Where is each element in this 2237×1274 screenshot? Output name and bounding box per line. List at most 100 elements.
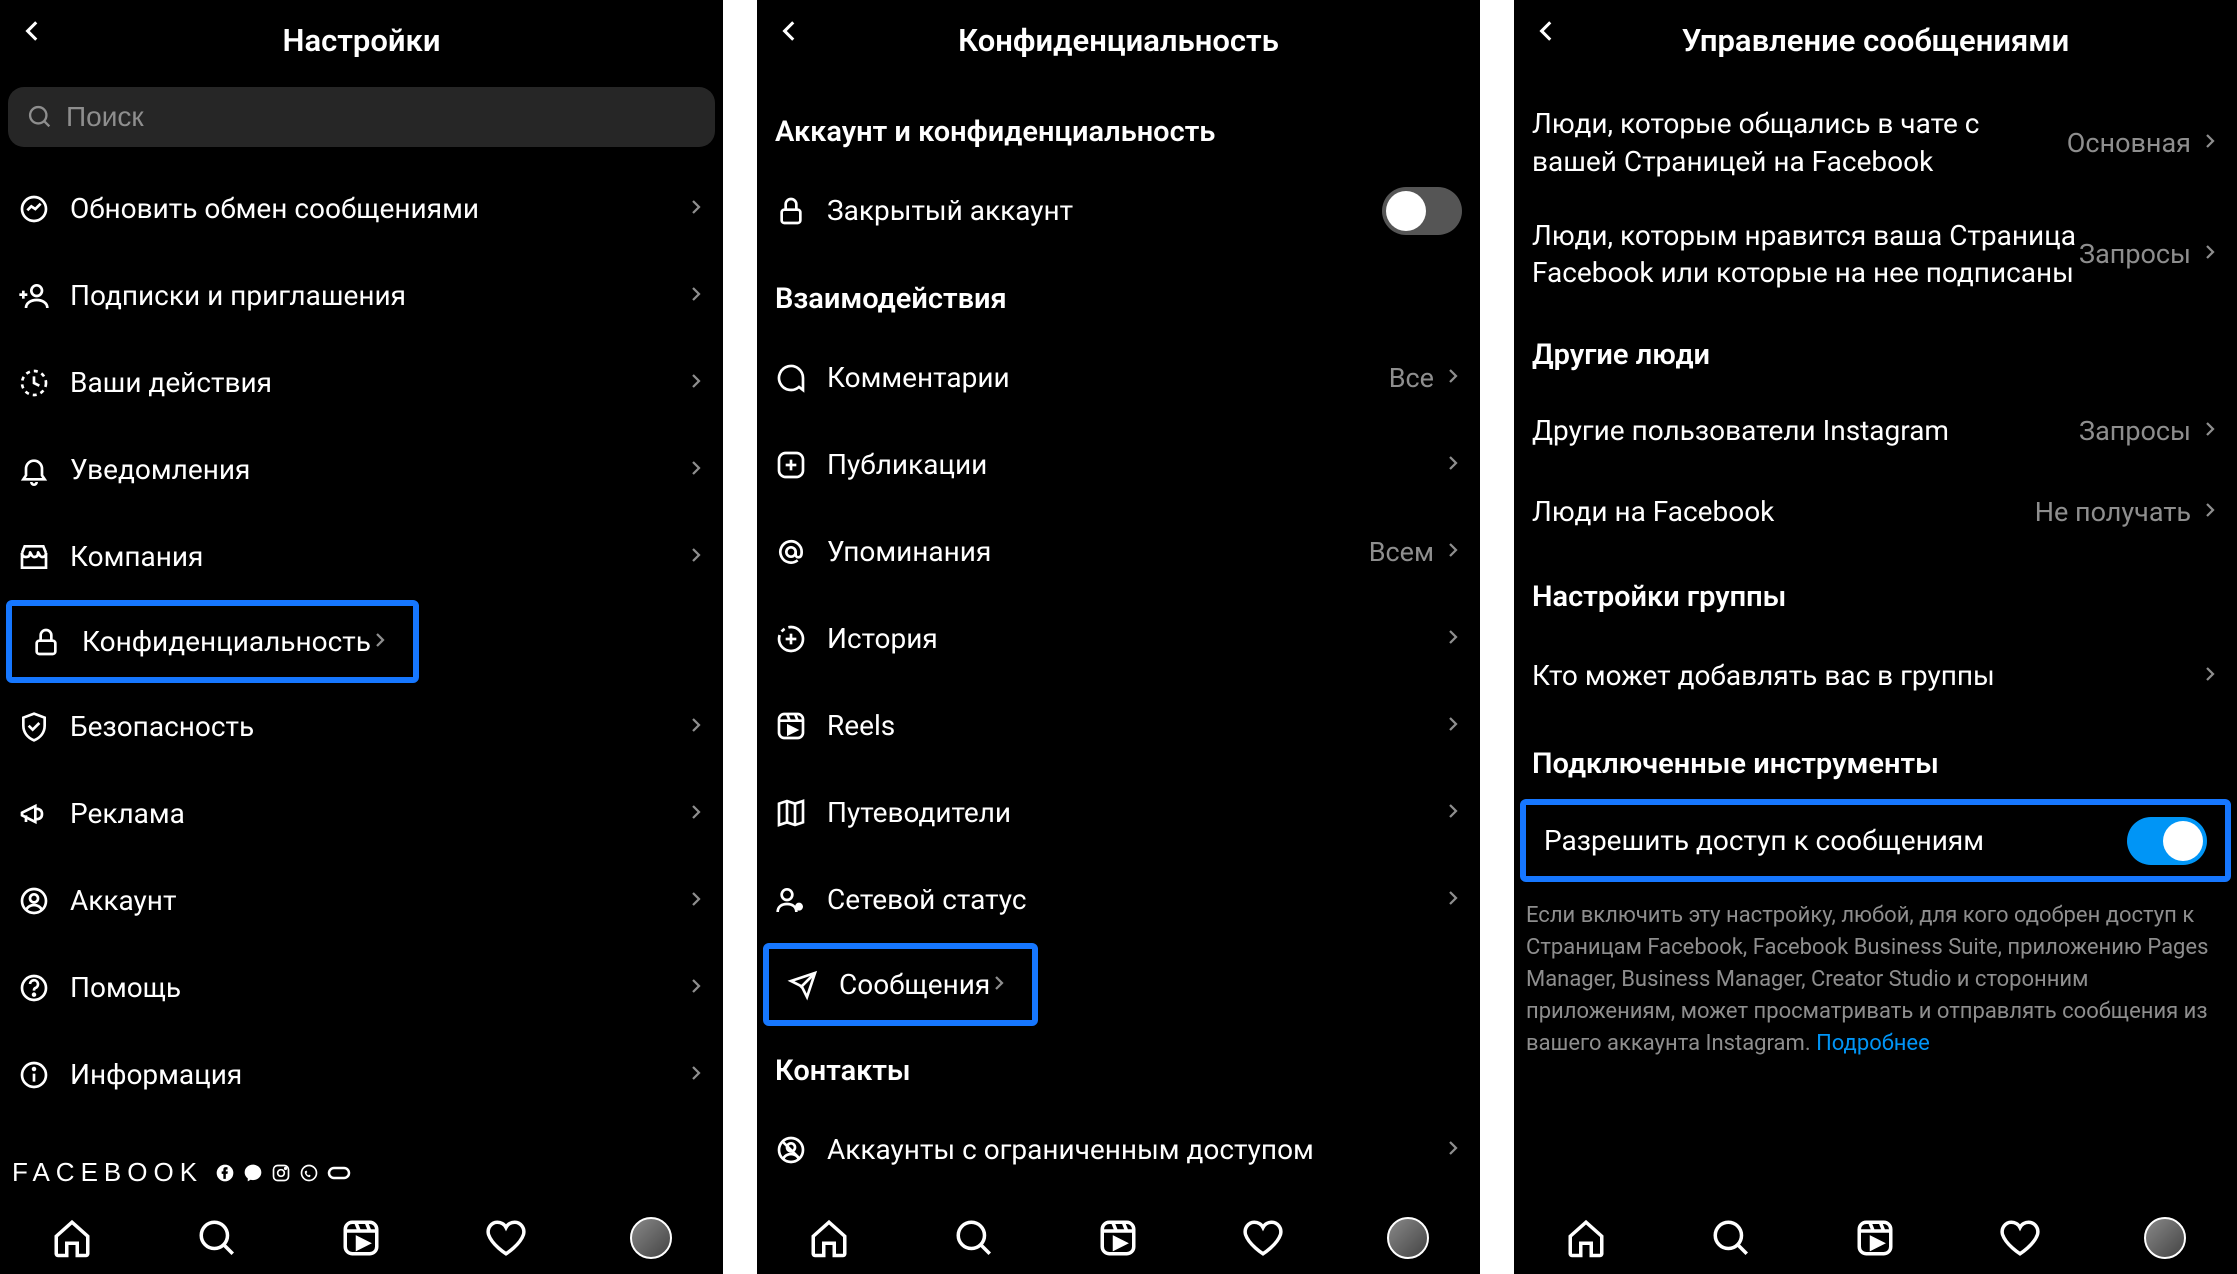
other-people-row[interactable]: Люди на FacebookНе получать [1514,471,2237,552]
row-value: Все [1389,362,1434,394]
lock-icon [30,626,82,658]
nav-home[interactable] [808,1217,850,1259]
chevron-left-icon [1534,18,1560,44]
account-icon [18,885,70,917]
settings-row[interactable]: Подписки и приглашения [0,252,723,339]
chevron-right-icon [687,890,705,912]
facebook-icon [215,1163,235,1183]
settings-row[interactable]: Помощь [0,944,723,1031]
interaction-row[interactable]: Reels [757,682,1480,769]
home-icon [51,1217,93,1259]
row-label: Другие пользователи Instagram [1532,414,2079,447]
chevron-right-icon [687,977,705,999]
search-icon [953,1217,995,1259]
interaction-row[interactable]: История [757,595,1480,682]
settings-row[interactable]: Безопасность [0,683,723,770]
info-icon [18,1059,70,1091]
message-controls-screen: Управление сообщениями Люди, которые общ… [1514,0,2237,1274]
row-value: Запросы [2079,415,2191,447]
chevron-right-icon [1444,367,1462,389]
comment-icon [775,362,827,394]
chevron-right-icon [687,716,705,738]
restricted-accounts-row[interactable]: Аккаунты с ограниченным доступом [757,1106,1480,1193]
row-label: Люди, которые общались в чате с вашей Ст… [1532,105,2067,181]
allow-message-access-row[interactable]: Разрешить доступ к сообщениям [1520,799,2231,882]
nav-search[interactable] [1710,1217,1752,1259]
chevron-right-icon [2201,420,2219,442]
settings-row[interactable]: Конфиденциальность [6,600,419,683]
private-account-row[interactable]: Закрытый аккаунт [757,167,1480,254]
allow-message-access-toggle[interactable] [2127,817,2207,865]
nav-reels[interactable] [340,1217,382,1259]
row-label: Комментарии [827,361,1389,394]
nav-reels[interactable] [1097,1217,1139,1259]
row-label: Компания [70,540,687,573]
whatsapp-icon [299,1163,319,1183]
learn-more-link[interactable]: Подробнее [1816,1031,1930,1056]
private-account-toggle[interactable] [1382,187,1462,235]
row-label: Путеводители [827,796,1444,829]
row-label: Безопасность [70,710,687,743]
nav-home[interactable] [1565,1217,1607,1259]
settings-row[interactable]: Компания [0,513,723,600]
row-label: Ваши действия [70,366,687,399]
mention-icon [775,536,827,568]
plus-box-icon [775,449,827,481]
back-button[interactable] [20,18,46,48]
nav-profile[interactable] [2144,1217,2186,1259]
settings-list: Обновить обмен сообщениямиПодписки и при… [0,165,723,1129]
follow-icon [18,280,70,312]
nav-home[interactable] [51,1217,93,1259]
chevron-right-icon [687,198,705,220]
nav-search[interactable] [953,1217,995,1259]
footer-app-icons [215,1163,351,1183]
back-button[interactable] [777,18,803,48]
page-title: Управление сообщениями [1682,22,2070,59]
settings-row[interactable]: Обновить обмен сообщениями [0,165,723,252]
send-icon [787,969,839,1001]
interaction-row[interactable]: Публикации [757,421,1480,508]
chevron-right-icon [1444,802,1462,824]
row-label: Публикации [827,448,1444,481]
chevron-right-icon [1444,541,1462,563]
nav-profile[interactable] [630,1217,672,1259]
settings-row[interactable]: Реклама [0,770,723,857]
interaction-row[interactable]: Сетевой статус [757,856,1480,943]
nav-activity[interactable] [485,1217,527,1259]
interaction-row[interactable]: Сообщения [763,943,1038,1026]
interaction-row[interactable]: КомментарииВсе [757,334,1480,421]
restricted-label: Аккаунты с ограниченным доступом [827,1133,1444,1166]
nav-search[interactable] [196,1217,238,1259]
chevron-right-icon [687,372,705,394]
nav-activity[interactable] [1242,1217,1284,1259]
settings-row[interactable]: Ваши действия [0,339,723,426]
interaction-row[interactable]: Путеводители [757,769,1480,856]
home-icon [1565,1217,1607,1259]
chevron-left-icon [777,18,803,44]
reels-icon [340,1217,382,1259]
group-add-row[interactable]: Кто может добавлять вас в группы [1514,632,2237,719]
nav-profile[interactable] [1387,1217,1429,1259]
settings-row[interactable]: Уведомления [0,426,723,513]
chevron-right-icon [2201,665,2219,687]
message-source-row[interactable]: Люди, которые общались в чате с вашей Ст… [1514,87,2237,199]
message-source-row[interactable]: Люди, которым нравится ваша Страница Fac… [1514,199,2237,311]
heart-icon [1242,1217,1284,1259]
row-label: Люди, которым нравится ваша Страница Fac… [1532,217,2079,293]
chevron-right-icon [687,459,705,481]
row-label: Конфиденциальность [82,625,371,658]
interaction-row[interactable]: УпоминанияВсем [757,508,1480,595]
other-people-row[interactable]: Другие пользователи InstagramЗапросы [1514,390,2237,471]
nav-reels[interactable] [1854,1217,1896,1259]
search-input[interactable] [8,87,715,147]
search-field[interactable] [66,101,697,133]
nav-activity[interactable] [1999,1217,2041,1259]
messenger-icon [18,193,70,225]
settings-row[interactable]: Информация [0,1031,723,1118]
home-icon [808,1217,850,1259]
settings-row[interactable]: Аккаунт [0,857,723,944]
facebook-footer: FACEBOOK [0,1129,723,1198]
activity-icon [18,367,70,399]
chevron-right-icon [371,631,389,653]
back-button[interactable] [1534,18,1560,48]
